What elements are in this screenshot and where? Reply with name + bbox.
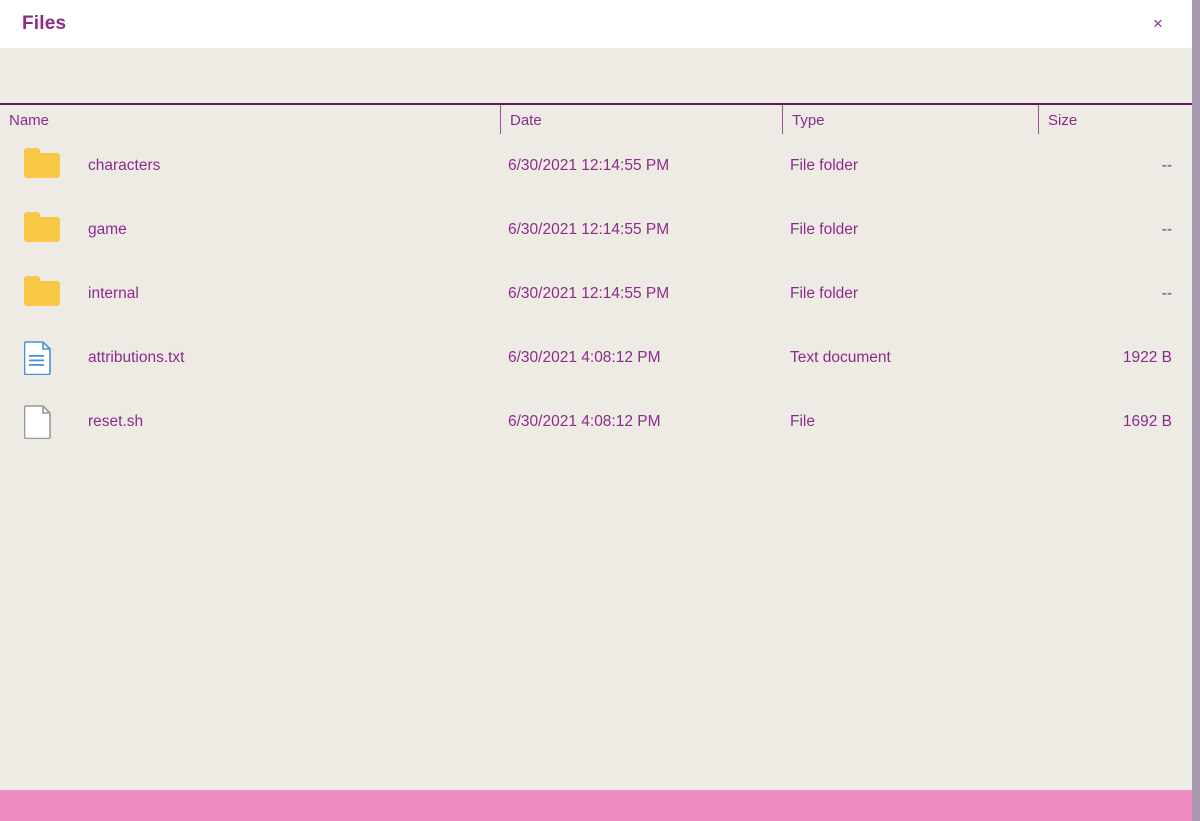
bottom-accent-bar — [0, 790, 1192, 821]
file-date: 6/30/2021 12:14:55 PM — [508, 285, 670, 302]
file-date: 6/30/2021 12:14:55 PM — [508, 221, 670, 238]
file-icon-cell — [24, 212, 60, 248]
file-list: characters 6/30/2021 12:14:55 PM File fold… — [0, 134, 1192, 785]
table-row[interactable]: game 6/30/2021 12:14:55 PM File folder -- — [0, 198, 1192, 262]
file-icon-cell — [23, 340, 60, 376]
generic-file-icon — [23, 405, 51, 440]
column-header-row: Name Date Type Size — [0, 103, 1192, 136]
file-size: -- — [1161, 285, 1172, 302]
table-row[interactable]: characters 6/30/2021 12:14:55 PM File fold… — [0, 134, 1192, 198]
file-name[interactable]: characters — [88, 157, 160, 175]
file-size: 1922 B — [1122, 349, 1172, 366]
file-name[interactable]: reset.sh — [88, 413, 143, 431]
text-document-icon — [23, 341, 51, 376]
background-right-strip — [1192, 0, 1200, 821]
file-type: File — [790, 413, 815, 430]
file-name[interactable]: game — [88, 221, 127, 239]
column-header-type[interactable]: Type — [782, 105, 1038, 136]
file-name[interactable]: attributions.txt — [88, 349, 185, 367]
file-date: 6/30/2021 12:14:55 PM — [508, 157, 670, 174]
file-type: Text document — [790, 349, 891, 366]
file-icon-cell — [24, 276, 60, 312]
column-header-name[interactable]: Name — [0, 105, 500, 136]
file-type: File folder — [790, 221, 859, 238]
file-name[interactable]: internal — [88, 285, 139, 303]
table-row[interactable]: reset.sh 6/30/2021 4:08:12 PM File 1692 B — [0, 390, 1192, 454]
dialog-titlebar: Files × — [0, 0, 1192, 48]
table-row[interactable]: attributions.txt 6/30/2021 4:08:12 PM Text… — [0, 326, 1192, 390]
files-dialog: Files × Name Date Type Size characters 6/… — [0, 0, 1192, 821]
toolbar-area — [0, 48, 1192, 103]
close-icon[interactable]: × — [1146, 12, 1170, 36]
table-row[interactable]: internal 6/30/2021 12:14:55 PM File folder… — [0, 262, 1192, 326]
column-header-size[interactable]: Size — [1038, 105, 1192, 136]
screen: Files × Name Date Type Size characters 6/… — [0, 0, 1200, 821]
file-icon-cell — [23, 404, 60, 440]
file-size: -- — [1161, 157, 1172, 174]
column-header-date[interactable]: Date — [500, 105, 782, 136]
file-size: -- — [1161, 221, 1172, 238]
file-type: File folder — [790, 285, 859, 302]
dialog-title: Files — [22, 13, 67, 34]
file-date: 6/30/2021 4:08:12 PM — [508, 413, 661, 430]
file-date: 6/30/2021 4:08:12 PM — [508, 349, 661, 366]
file-icon-cell — [24, 148, 60, 184]
file-size: 1692 B — [1122, 413, 1172, 430]
file-type: File folder — [790, 157, 859, 174]
